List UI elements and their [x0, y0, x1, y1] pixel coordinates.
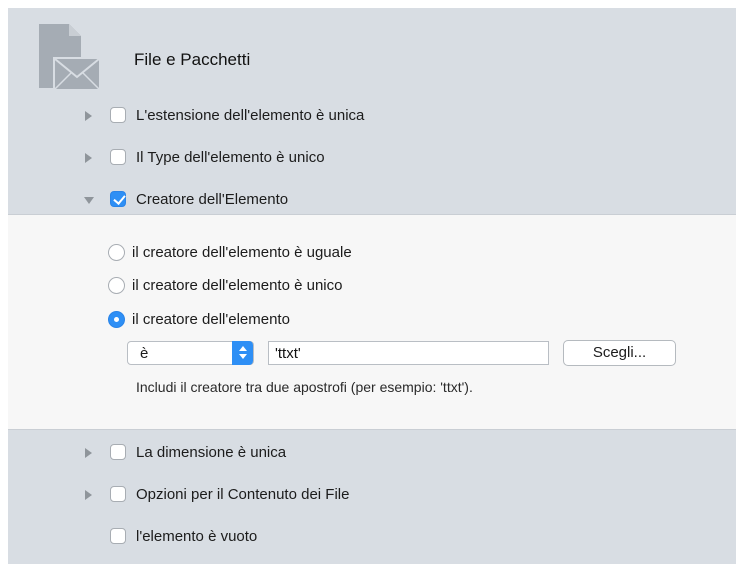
disclosure-triangle-icon[interactable] [85, 490, 92, 500]
disclosure-triangle-icon[interactable] [85, 153, 92, 163]
type-unique-checkbox[interactable] [110, 149, 126, 165]
criterion-item-empty: l'elemento è vuoto [8, 524, 736, 552]
criterion-extension-unique: L'estensione dell'elemento è unica [8, 103, 736, 131]
document-envelope-icon [39, 24, 101, 91]
radio-label: il creatore dell'elemento [132, 311, 290, 328]
criterion-type-unique: Il Type dell'elemento è unico [8, 145, 736, 173]
section-title: File e Pacchetti [134, 50, 251, 69]
creator-checkbox[interactable] [110, 191, 126, 207]
criterion-label: Creatore dell'Elemento [136, 191, 289, 208]
radio-creator-equal[interactable] [108, 244, 125, 261]
file-packages-panel: File e Pacchetti L'estensione dell'eleme… [8, 8, 736, 564]
criterion-label: l'elemento è vuoto [136, 528, 258, 545]
extension-unique-checkbox[interactable] [110, 107, 126, 123]
section-header: File e Pacchetti [8, 8, 736, 91]
radio-creator-is[interactable] [108, 311, 125, 328]
choose-button[interactable]: Scegli... [563, 340, 676, 366]
creator-options-pane: il creatore dell'elemento è uguale il cr… [8, 214, 736, 430]
disclosure-triangle-icon[interactable] [85, 448, 92, 458]
item-empty-checkbox[interactable] [110, 528, 126, 544]
disclosure-triangle-icon[interactable] [85, 111, 92, 121]
criterion-creator: Creatore dell'Elemento [8, 187, 736, 215]
disclosure-triangle-icon[interactable] [84, 197, 94, 204]
select-stepper-icon[interactable] [232, 341, 253, 365]
criterion-label: La dimensione è unica [136, 444, 287, 461]
radio-creator-unique[interactable] [108, 277, 125, 294]
creator-code-input[interactable] [268, 341, 549, 365]
radio-label: il creatore dell'elemento è uguale [132, 244, 352, 261]
size-unique-checkbox[interactable] [110, 444, 126, 460]
criterion-label: Il Type dell'elemento è unico [136, 149, 325, 166]
criterion-file-content-options: Opzioni per il Contenuto dei File [8, 482, 736, 510]
operator-value: è [140, 345, 149, 362]
radio-label: il creatore dell'elemento è unico [132, 277, 343, 294]
creator-hint-text: Includi il creatore tra due apostrofi (p… [136, 379, 473, 395]
criterion-size-unique: La dimensione è unica [8, 440, 736, 468]
criterion-label: Opzioni per il Contenuto dei File [136, 486, 350, 503]
criterion-label: L'estensione dell'elemento è unica [136, 107, 365, 124]
operator-select[interactable]: è [127, 341, 254, 365]
file-content-options-checkbox[interactable] [110, 486, 126, 502]
